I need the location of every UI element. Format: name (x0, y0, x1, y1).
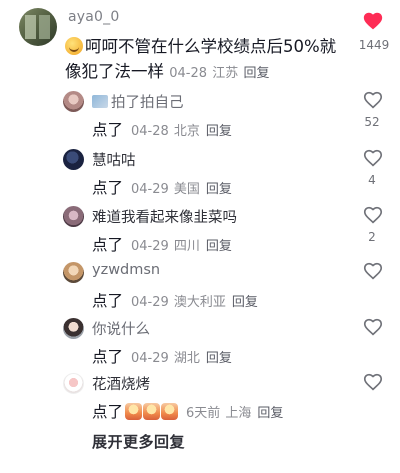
emoji-icon (143, 403, 161, 420)
comment-username[interactable]: aya0_0 (68, 9, 119, 25)
reply-like-count: 4 (368, 173, 376, 187)
expand-more-replies-button[interactable]: 展开更多回复 (92, 431, 185, 452)
reply-button[interactable]: 回复 (206, 124, 232, 139)
reply-button[interactable]: 回复 (206, 182, 232, 197)
comment-date: 04-28 (169, 66, 208, 81)
reply-item: 难道我看起来像韭菜吗 点了 04-29 四川 回复 2 (0, 206, 400, 261)
avatar[interactable] (63, 373, 84, 394)
comment-like-count: 1449 (358, 38, 390, 52)
reply-date: 6天前 (186, 406, 221, 421)
reply-username[interactable]: 花酒烧烤 (92, 373, 150, 394)
reply-body: 点了 04-29 澳大利亚 回复 (92, 292, 258, 310)
reply-date: 04-28 (131, 124, 169, 139)
reply-location: 湖北 (173, 351, 200, 366)
reply-button[interactable]: 回复 (232, 295, 258, 310)
reply-like-count: 52 (364, 115, 380, 129)
heart-outline-icon[interactable] (362, 204, 384, 226)
avatar-window-decor (25, 15, 36, 39)
reply-item: yzwdmsn 点了 04-29 澳大利亚 回复 (0, 262, 400, 317)
reply-body: 点了 04-29 四川 回复 (92, 236, 232, 254)
avatar[interactable] (63, 206, 84, 227)
reply-item: 慧咕咕 点了 04-29 美国 回复 4 (0, 149, 400, 204)
grin-emoji-icon (65, 37, 83, 55)
avatar[interactable] (63, 318, 84, 339)
reply-location: 上海 (225, 406, 252, 421)
reply-button[interactable]: 回复 (206, 239, 232, 254)
emoji-icon (125, 403, 143, 420)
heart-outline-icon[interactable] (362, 316, 384, 338)
heart-filled-icon[interactable] (362, 10, 384, 32)
reply-username[interactable]: 你说什么 (92, 318, 150, 339)
reply-item: 拍了拍自己 点了 04-28 北京 回复 52 (0, 91, 400, 146)
reply-button[interactable]: 回复 (206, 351, 232, 366)
avatar[interactable] (63, 262, 84, 283)
reply-date: 04-29 (131, 182, 169, 197)
comment-reply-button[interactable]: 回复 (244, 66, 270, 81)
reply-like-count: 2 (368, 230, 376, 244)
comment-body: 呵呵不管在什么学校绩点后50%就像犯了法一样 04-28 江苏 回复 (65, 34, 350, 86)
reply-button[interactable]: 回复 (257, 406, 283, 421)
heart-outline-icon[interactable] (362, 260, 384, 282)
reply-body: 点了 04-29 湖北 回复 (92, 348, 232, 366)
avatar-window-decor (39, 15, 50, 39)
reply-location: 北京 (173, 124, 200, 139)
reply-username[interactable]: yzwdmsn (92, 262, 160, 278)
reply-username[interactable]: 拍了拍自己 (92, 91, 184, 112)
reply-item: 花酒烧烤 点了 6天前 上海 回复 (0, 373, 400, 428)
reply-date: 04-29 (131, 351, 169, 366)
avatar[interactable] (19, 8, 57, 46)
heart-outline-icon[interactable] (362, 371, 384, 393)
reply-username[interactable]: 慧咕咕 (92, 149, 136, 170)
reply-body: 点了 04-29 美国 回复 (92, 179, 232, 197)
reply-date: 04-29 (131, 239, 169, 254)
avatar[interactable] (63, 149, 84, 170)
reply-date: 04-29 (131, 295, 169, 310)
comment-location: 江苏 (212, 66, 239, 81)
heart-outline-icon[interactable] (362, 89, 384, 111)
reply-username[interactable]: 难道我看起来像韭菜吗 (92, 206, 237, 227)
reply-location: 美国 (173, 182, 200, 197)
reply-body: 点了 6天前 上海 回复 (92, 403, 284, 421)
reply-body: 点了 04-28 北京 回复 (92, 121, 232, 139)
photo-badge-icon (92, 95, 108, 108)
avatar[interactable] (63, 91, 84, 112)
emoji-icon (161, 403, 179, 420)
heart-outline-icon[interactable] (362, 147, 384, 169)
reply-item: 你说什么 点了 04-29 湖北 回复 (0, 318, 400, 373)
reply-location: 四川 (173, 239, 200, 254)
reply-location: 澳大利亚 (173, 295, 226, 310)
